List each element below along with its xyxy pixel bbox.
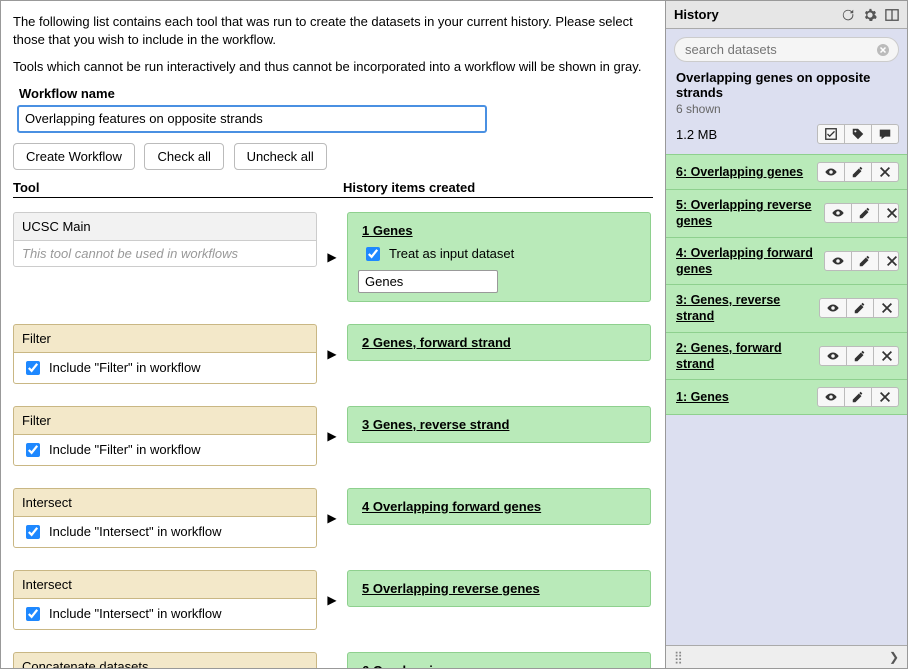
create-workflow-button[interactable]: Create Workflow (13, 143, 135, 170)
tool-row: Intersect Include "Intersect" in workflo… (13, 570, 653, 630)
column-tool-header: Tool (13, 180, 313, 195)
history-panel-title: History (674, 7, 719, 22)
grip-icon[interactable]: ⣿ (674, 650, 683, 664)
tool-name: Filter (13, 324, 317, 352)
history-item-label[interactable]: 3: Genes, reverse strand (676, 292, 819, 325)
eye-icon[interactable] (820, 299, 847, 317)
history-item[interactable]: 4: Overlapping forward genes (666, 238, 907, 286)
arrow-icon: ▶ (317, 347, 347, 361)
column-history-header: History items created (343, 180, 653, 195)
history-output: 1 Genes Treat as input dataset (347, 212, 651, 302)
arrow-icon: ▶ (317, 511, 347, 525)
check-all-button[interactable]: Check all (144, 143, 223, 170)
refresh-icon[interactable] (841, 8, 855, 22)
history-shown-count: 6 shown (666, 102, 907, 116)
include-label: Include "Intersect" in workflow (49, 606, 222, 621)
history-item[interactable]: 5: Overlapping reverse genes (666, 190, 907, 238)
eye-icon[interactable] (825, 252, 852, 270)
arrow-icon: ▶ (317, 250, 347, 264)
tool-name: Concatenate datasets (13, 652, 317, 668)
tool-row: UCSC Main This tool cannot be used in wo… (13, 212, 653, 302)
eye-icon[interactable] (820, 347, 847, 365)
pencil-icon[interactable] (852, 252, 879, 270)
select-icon[interactable] (818, 125, 845, 143)
pencil-icon[interactable] (845, 388, 872, 406)
tool-name: Filter (13, 406, 317, 434)
close-icon[interactable] (872, 163, 898, 181)
history-item-label[interactable]: 4: Overlapping forward genes (676, 245, 824, 278)
history-items-list: 6: Overlapping genes 5: Overlapping reve… (666, 154, 907, 645)
history-item[interactable]: 3: Genes, reverse strand (666, 285, 907, 333)
comment-icon[interactable] (872, 125, 898, 143)
include-checkbox[interactable] (26, 361, 40, 375)
arrow-icon: ▶ (317, 429, 347, 443)
pencil-icon[interactable] (852, 204, 879, 222)
intro-text: The following list contains each tool th… (13, 13, 653, 76)
history-item[interactable]: 2: Genes, forward strand (666, 333, 907, 381)
tool-disabled-note: This tool cannot be used in workflows (13, 240, 317, 267)
workflow-name-label: Workflow name (19, 86, 653, 101)
tool-name: UCSC Main (13, 212, 317, 240)
include-label: Include "Intersect" in workflow (49, 524, 222, 539)
close-icon[interactable] (874, 299, 899, 317)
columns-icon[interactable] (885, 8, 899, 22)
search-field[interactable] (683, 41, 876, 58)
intro-p2: Tools which cannot be run interactively … (13, 58, 653, 76)
arrow-icon: ▶ (317, 593, 347, 607)
include-checkbox[interactable] (26, 443, 40, 457)
history-item-label[interactable]: 1: Genes (676, 389, 729, 405)
gear-icon[interactable] (863, 8, 877, 22)
include-checkbox-row[interactable]: Include "Intersect" in workflow (13, 516, 317, 548)
tool-name: Intersect (13, 570, 317, 598)
history-output[interactable]: 4 Overlapping forward genes (347, 488, 651, 525)
output-name-input[interactable] (358, 270, 498, 293)
history-item[interactable]: 1: Genes (666, 380, 907, 415)
treat-checkbox[interactable] (366, 247, 380, 261)
clear-search-icon[interactable] (876, 43, 890, 57)
tool-row: Concatenate datasets Include "Concatenat… (13, 652, 653, 668)
history-output[interactable]: 2 Genes, forward strand (347, 324, 651, 361)
uncheck-all-button[interactable]: Uncheck all (234, 143, 327, 170)
treat-as-input-checkbox[interactable]: Treat as input dataset (362, 244, 636, 264)
close-icon[interactable] (879, 204, 899, 222)
main-panel: The following list contains each tool th… (1, 1, 665, 668)
history-output[interactable]: 5 Overlapping reverse genes (347, 570, 651, 607)
tool-row: Filter Include "Filter" in workflow ▶ 2 … (13, 324, 653, 384)
eye-icon[interactable] (818, 388, 845, 406)
history-item[interactable]: 6: Overlapping genes (666, 154, 907, 190)
tool-row: Filter Include "Filter" in workflow ▶ 3 … (13, 406, 653, 466)
history-item-label[interactable]: 6: Overlapping genes (676, 164, 803, 180)
history-item-label[interactable]: 5: Overlapping reverse genes (676, 197, 824, 230)
include-label: Include "Filter" in workflow (49, 442, 201, 457)
include-checkbox-row[interactable]: Include "Filter" in workflow (13, 434, 317, 466)
close-icon[interactable] (872, 388, 898, 406)
tool-row: Intersect Include "Intersect" in workflo… (13, 488, 653, 548)
history-output[interactable]: 6 Overlapping genes (347, 652, 651, 668)
include-checkbox[interactable] (26, 607, 40, 621)
close-icon[interactable] (879, 252, 899, 270)
history-name: Overlapping genes on opposite strands (666, 70, 907, 102)
tool-name: Intersect (13, 488, 317, 516)
pencil-icon[interactable] (847, 347, 874, 365)
include-checkbox-row[interactable]: Include "Intersect" in workflow (13, 598, 317, 630)
intro-p1: The following list contains each tool th… (13, 13, 653, 48)
output-title: 1 Genes (362, 223, 636, 238)
history-sidebar: History Overlapping genes on opposite st… (665, 1, 907, 668)
include-checkbox-row[interactable]: Include "Filter" in workflow (13, 352, 317, 384)
eye-icon[interactable] (825, 204, 852, 222)
workflow-name-input[interactable] (17, 105, 487, 133)
close-icon[interactable] (874, 347, 899, 365)
tag-icon[interactable] (845, 125, 872, 143)
include-checkbox[interactable] (26, 525, 40, 539)
chevron-right-icon[interactable]: ❯ (889, 650, 899, 664)
history-size: 1.2 MB (676, 127, 717, 142)
include-label: Include "Filter" in workflow (49, 360, 201, 375)
treat-label: Treat as input dataset (389, 246, 514, 261)
history-item-label[interactable]: 2: Genes, forward strand (676, 340, 819, 373)
eye-icon[interactable] (818, 163, 845, 181)
history-output[interactable]: 3 Genes, reverse strand (347, 406, 651, 443)
search-datasets-input[interactable] (674, 37, 899, 62)
pencil-icon[interactable] (845, 163, 872, 181)
pencil-icon[interactable] (847, 299, 874, 317)
